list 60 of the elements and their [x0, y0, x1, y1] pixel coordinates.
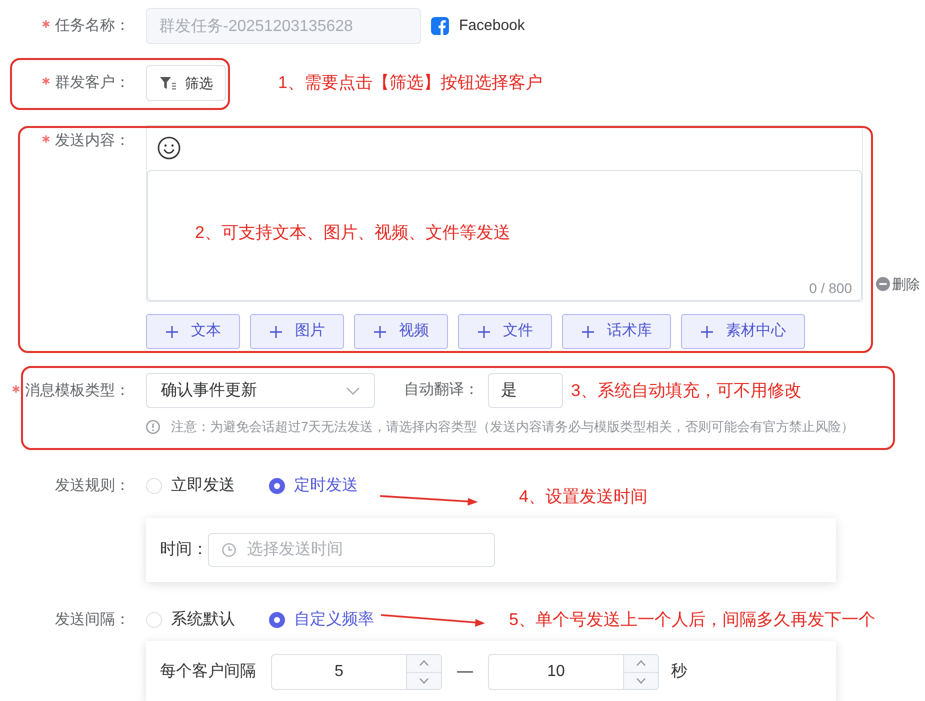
annotation-text: 5、单个号发送上一个人后，间隔多久再发下一个 — [509, 609, 876, 631]
field-label: 任务名称： — [55, 16, 130, 36]
filter-icon — [159, 75, 177, 91]
smiley-icon[interactable] — [157, 136, 181, 160]
facebook-icon — [431, 17, 449, 35]
plus-icon — [581, 324, 595, 338]
number-field[interactable]: 5 — [271, 654, 406, 690]
chevron-down-icon — [419, 678, 429, 684]
delete-link[interactable]: 删除 — [876, 274, 920, 294]
chevron-up-icon — [636, 660, 646, 666]
plus-icon — [373, 324, 387, 338]
add-button[interactable]: 图片 — [250, 314, 344, 349]
info-icon — [146, 420, 160, 434]
plus-icon — [477, 324, 491, 338]
add-button[interactable]: 文本 — [146, 314, 240, 349]
note-text: 注意：为避免会话超过7天无法发送，请选择内容类型（发送内容请务必与模版类型相关，否则可能会有官方禁止风险） — [171, 418, 854, 436]
add-button[interactable]: 素材中心 — [681, 314, 805, 349]
range-separator: — — [457, 662, 473, 682]
annotation-text: 2、可支持文本、图片、视频、文件等发送 — [195, 222, 510, 244]
template-select[interactable]: 确认事件更新 — [146, 373, 375, 408]
field-label: 自动翻译： — [404, 380, 479, 400]
plus-icon — [700, 324, 714, 338]
chevron-down-icon — [636, 678, 646, 684]
platform-name: Facebook — [459, 16, 525, 36]
message-textarea[interactable] — [147, 170, 862, 301]
radio-option[interactable]: 定时发送 — [269, 476, 358, 496]
increment-button[interactable] — [624, 655, 658, 672]
chevron-up-icon — [419, 660, 429, 666]
char-counter: 0 / 800 — [809, 279, 852, 297]
time-label: 时间： — [160, 540, 208, 560]
annotation-text: 3、系统自动填充，可不用修改 — [571, 380, 802, 402]
annotation-text: 4、设置发送时间 — [519, 486, 648, 508]
radio-icon[interactable] — [269, 612, 285, 628]
add-button[interactable]: 视频 — [354, 314, 448, 349]
auto-translate-field[interactable]: 是 — [488, 373, 563, 408]
add-button[interactable]: 话术库 — [562, 314, 671, 349]
decrement-button[interactable] — [624, 672, 658, 689]
number-field[interactable]: 10 — [488, 654, 623, 690]
unit-label: 秒 — [671, 662, 687, 682]
filter-button[interactable]: 筛选 — [146, 65, 226, 101]
field-label: 消息模板类型： — [25, 380, 130, 400]
field-label: 发送内容： — [55, 131, 130, 151]
decrement-button[interactable] — [407, 672, 441, 689]
add-button[interactable]: 文件 — [458, 314, 552, 349]
radio-option[interactable]: 系统默认 — [146, 610, 235, 630]
annotation-text: 1、需要点击【筛选】按钮选择客户 — [278, 72, 542, 94]
plus-icon — [269, 324, 283, 338]
plus-icon — [165, 324, 179, 338]
minus-circle-icon — [876, 277, 890, 291]
radio-option[interactable]: 立即发送 — [146, 476, 235, 496]
field-label: 发送规则： — [55, 476, 130, 496]
field-label: 发送间隔： — [55, 610, 130, 630]
chevron-down-icon — [346, 386, 360, 394]
increment-button[interactable] — [407, 655, 441, 672]
interval-label: 每个客户间隔 — [160, 662, 256, 682]
field-label: 群发客户： — [55, 73, 130, 93]
time-picker-field[interactable]: 选择发送时间 — [208, 533, 495, 567]
radio-option[interactable]: 自定义频率 — [269, 610, 374, 630]
radio-icon[interactable] — [269, 478, 285, 494]
clock-icon — [222, 543, 236, 557]
